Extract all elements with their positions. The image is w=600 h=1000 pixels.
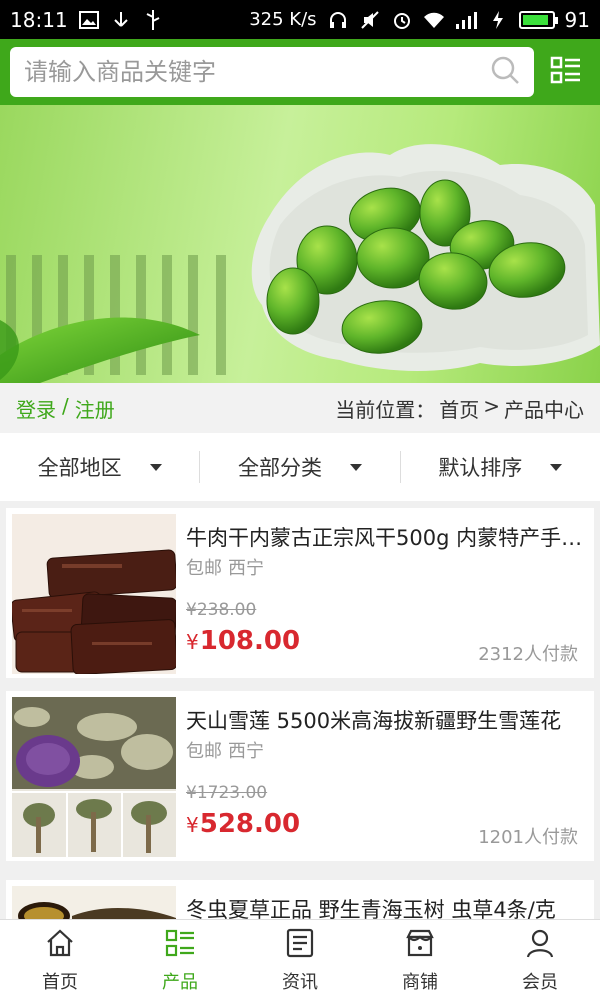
news-icon bbox=[284, 927, 316, 964]
breadcrumb-separator: > bbox=[483, 393, 500, 418]
product-list-icon bbox=[164, 927, 196, 964]
product-image[interactable] bbox=[12, 514, 176, 674]
tab-label: 会员 bbox=[522, 971, 558, 993]
filter-bar: 全部地区 全部分类 默认排序 bbox=[0, 433, 600, 501]
login-link[interactable]: 登录 bbox=[16, 394, 56, 423]
price-value: 108.00 bbox=[199, 626, 301, 656]
original-price: ¥1723.00 bbox=[186, 783, 268, 803]
currency-symbol: ¥ bbox=[186, 630, 199, 654]
sale-price: ¥ 108.00 bbox=[186, 626, 300, 656]
tab-label: 资讯 bbox=[282, 971, 318, 993]
caret-down-icon bbox=[349, 463, 362, 471]
tab-label: 产品 bbox=[162, 971, 198, 993]
sales-count: 1201人付款 bbox=[478, 827, 578, 848]
tab-label: 首页 bbox=[42, 971, 78, 993]
shipping-tag: 包邮 bbox=[186, 558, 222, 579]
product-city: 西宁 bbox=[228, 741, 264, 762]
sale-price: ¥ 528.00 bbox=[186, 809, 300, 839]
filter-sort[interactable]: 默认排序 bbox=[399, 451, 600, 483]
clock: 18:11 bbox=[10, 7, 68, 32]
filter-label: 全部分类 bbox=[237, 456, 322, 480]
product-city: 西宁 bbox=[228, 558, 264, 579]
breadcrumb-home[interactable]: 首页 bbox=[439, 394, 479, 423]
product-list[interactable]: 牛肉干内蒙古正宗风干500g 内蒙特产手撕风干牛肉干 包邮 西宁 ¥238.00… bbox=[0, 501, 600, 919]
product-card[interactable]: 冬虫夏草正品 野生青海玉树 虫草4条/克 bbox=[6, 880, 594, 919]
bottom-tab-bar: 首页 产品 资讯 商铺 会员 bbox=[0, 919, 600, 1000]
alarm-icon bbox=[391, 9, 413, 31]
product-title[interactable]: 冬虫夏草正品 野生青海玉树 虫草4条/克 bbox=[186, 894, 584, 919]
product-meta: 包邮 西宁 bbox=[186, 737, 264, 763]
auth-links: 登录 / 注册 bbox=[16, 394, 115, 423]
battery-percent: 91 bbox=[564, 7, 590, 32]
search-input[interactable] bbox=[24, 58, 490, 86]
home-icon bbox=[44, 927, 76, 964]
search-icon[interactable] bbox=[490, 55, 520, 89]
list-menu-icon[interactable] bbox=[550, 55, 582, 87]
battery-icon bbox=[518, 10, 558, 29]
status-bar: 18:11 325 K/s 91 bbox=[0, 0, 600, 39]
promo-banner[interactable] bbox=[0, 105, 600, 383]
image-icon bbox=[78, 9, 100, 31]
filter-region[interactable]: 全部地区 bbox=[0, 451, 199, 483]
filter-label: 全部地区 bbox=[37, 456, 122, 480]
sales-count: 2312人付款 bbox=[478, 644, 578, 665]
tab-home[interactable]: 首页 bbox=[0, 920, 120, 1000]
banner-image bbox=[0, 144, 600, 383]
headset-icon bbox=[327, 9, 349, 31]
price-value: 528.00 bbox=[199, 809, 301, 839]
breadcrumb: 当前位置： 首页 > 产品中心 bbox=[335, 394, 584, 423]
tab-products[interactable]: 产品 bbox=[120, 920, 240, 1000]
register-link[interactable]: 注册 bbox=[75, 394, 115, 423]
original-price: ¥238.00 bbox=[186, 600, 257, 620]
filter-label: 默认排序 bbox=[438, 456, 523, 480]
app-header bbox=[0, 39, 600, 105]
product-meta: 包邮 西宁 bbox=[186, 554, 264, 580]
auth-separator: / bbox=[62, 393, 69, 418]
product-image[interactable] bbox=[12, 886, 176, 919]
tab-member[interactable]: 会员 bbox=[480, 920, 600, 1000]
product-card[interactable]: 牛肉干内蒙古正宗风干500g 内蒙特产手撕风干牛肉干 包邮 西宁 ¥238.00… bbox=[6, 508, 594, 678]
tab-news[interactable]: 资讯 bbox=[240, 920, 360, 1000]
breadcrumb-label: 当前位置： bbox=[335, 397, 436, 422]
caret-down-icon bbox=[149, 463, 162, 471]
currency-symbol: ¥ bbox=[186, 813, 199, 837]
breadcrumb-current: 产品中心 bbox=[504, 397, 584, 422]
product-card[interactable]: 天山雪莲 5500米高海拔新疆野生雪莲花 包邮 西宁 ¥1723.00 ¥ 52… bbox=[6, 691, 594, 861]
usb-icon bbox=[110, 9, 132, 31]
filter-category[interactable]: 全部分类 bbox=[199, 451, 399, 483]
usb-debug-icon bbox=[142, 9, 164, 31]
wifi-icon bbox=[423, 9, 445, 31]
product-image[interactable] bbox=[12, 697, 176, 857]
tab-label: 商铺 bbox=[402, 971, 438, 993]
signal-icon bbox=[455, 9, 477, 31]
charging-icon bbox=[487, 9, 509, 31]
network-speed: 325 K/s bbox=[249, 9, 317, 30]
location-bar: 登录 / 注册 当前位置： 首页 > 产品中心 bbox=[0, 383, 600, 433]
search-bar[interactable] bbox=[10, 47, 534, 97]
member-icon bbox=[524, 927, 556, 964]
mute-icon bbox=[359, 9, 381, 31]
tab-shop[interactable]: 商铺 bbox=[360, 920, 480, 1000]
shipping-tag: 包邮 bbox=[186, 741, 222, 762]
product-title[interactable]: 天山雪莲 5500米高海拔新疆野生雪莲花 bbox=[186, 705, 584, 735]
shop-icon bbox=[404, 927, 436, 964]
caret-down-icon bbox=[550, 463, 563, 471]
product-title[interactable]: 牛肉干内蒙古正宗风干500g 内蒙特产手撕风干牛肉干 bbox=[186, 522, 584, 552]
